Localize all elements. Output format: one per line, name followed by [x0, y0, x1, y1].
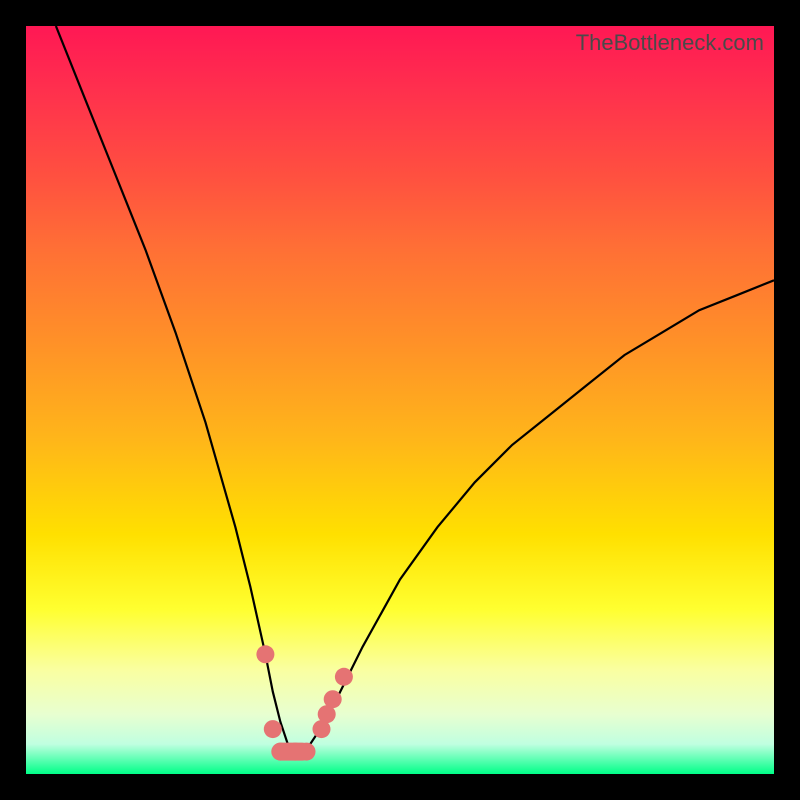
marker-dot [264, 720, 282, 738]
marker-dot [256, 645, 274, 663]
marker-dot [335, 668, 353, 686]
watermark-text: TheBottleneck.com [576, 30, 764, 56]
chart-svg [26, 26, 774, 774]
chart-area: TheBottleneck.com [26, 26, 774, 774]
marker-dot [324, 690, 342, 708]
bottleneck-curve [56, 26, 774, 752]
trough-bar [273, 743, 310, 761]
